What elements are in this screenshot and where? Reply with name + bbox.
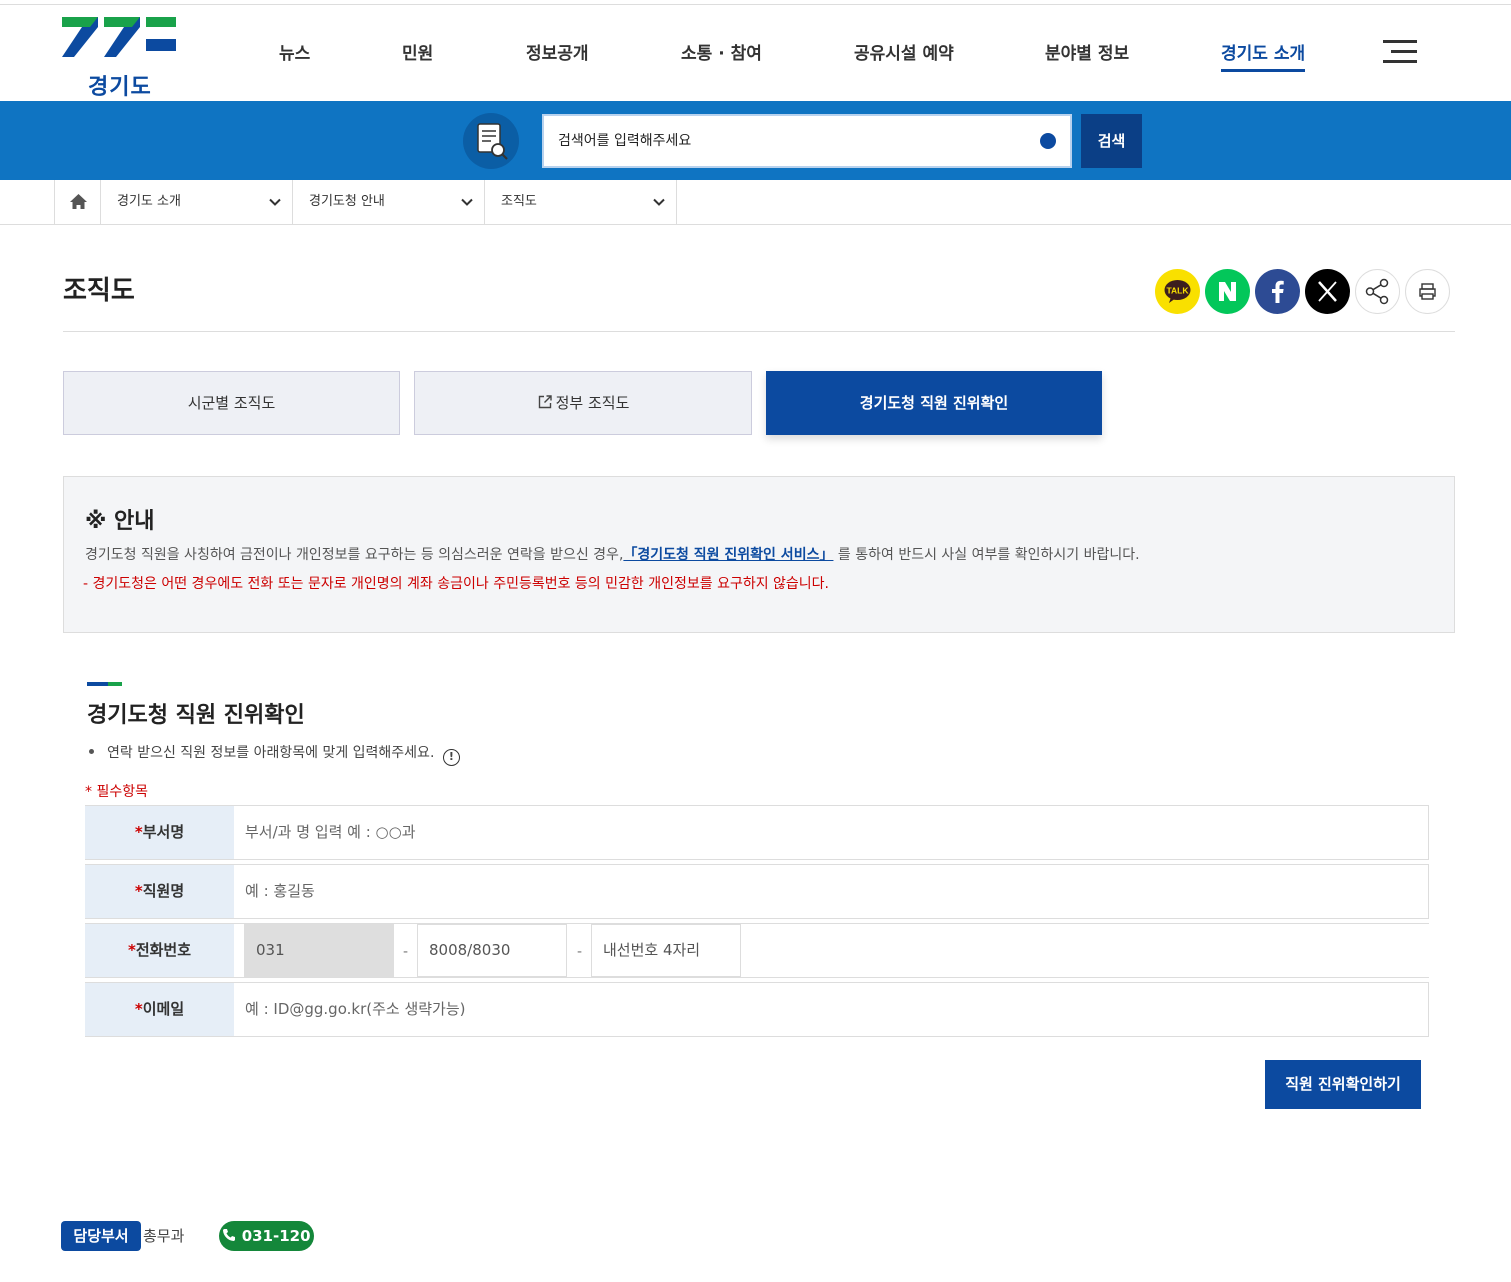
nav-news[interactable]: 뉴스 [279, 39, 310, 64]
name-input[interactable]: 예 : 홍길동 [245, 865, 1425, 918]
section-description: 연락 받으신 직원 정보를 아래항목에 맞게 입력해주세요. ! [89, 742, 460, 766]
tab-city-org-label: 시군별 조직도 [187, 394, 276, 412]
svg-text:TALK: TALK [1166, 286, 1189, 296]
section-accent-bar [87, 682, 122, 686]
breadcrumb-level2[interactable]: 경기도청 안내 [293, 180, 485, 224]
notice-text-before: 경기도청 직원을 사칭하여 금전이나 개인정보를 요구하는 등 의심스러운 연락… [85, 547, 624, 563]
email-label: *이메일 [85, 983, 234, 1036]
nav-about[interactable]: 경기도 소개 [1221, 39, 1306, 72]
search-document-icon [463, 113, 519, 169]
chevron-down-icon[interactable] [1040, 133, 1056, 158]
page-title: 조직도 [63, 276, 135, 306]
phone-icon [223, 1229, 236, 1241]
site-header: 경기도 뉴스 민원 정보공개 소통 · 참여 공유시설 예약 분야별 정보 경기… [0, 5, 1511, 101]
breadcrumb-level3[interactable]: 조직도 [485, 180, 677, 224]
phone-extension-input[interactable]: 내선번호 4자리 [591, 924, 741, 977]
tab-gov-org-label: 정부 조직도 [555, 394, 630, 412]
section-description-text: 연락 받으신 직원 정보를 아래항목에 맞게 입력해주세요. [107, 745, 435, 761]
section-title: 경기도청 직원 진위확인 [87, 703, 305, 728]
dept-name: 총무과 [143, 1227, 185, 1245]
share-icon[interactable] [1355, 269, 1400, 314]
phone-dash: - [403, 944, 409, 960]
dept-placeholder: 부서/과 명 입력 예 : ○○과 [245, 823, 416, 841]
breadcrumb-level1-label: 경기도 소개 [117, 194, 181, 209]
chevron-down-icon [269, 198, 281, 206]
breadcrumb-level3-label: 조직도 [501, 194, 537, 209]
phone-badge[interactable]: 031-120 [219, 1221, 314, 1251]
nav-civil[interactable]: 민원 [402, 39, 433, 64]
tab-staff-verify[interactable]: 경기도청 직원 진위확인 [766, 371, 1102, 435]
main-nav: 뉴스 민원 정보공개 소통 · 참여 공유시설 예약 분야별 정보 경기도 소개 [0, 5, 1511, 101]
home-icon[interactable] [54, 180, 101, 224]
tab-staff-verify-label: 경기도청 직원 진위확인 [859, 394, 1009, 412]
email-placeholder: 예 : ID@gg.go.kr(주소 생략가능) [245, 1000, 466, 1018]
nav-field-info[interactable]: 분야별 정보 [1045, 39, 1129, 64]
breadcrumb-level2-label: 경기도청 안내 [309, 194, 385, 209]
phone-label: *전화번호 [85, 924, 234, 977]
search-input[interactable]: 검색어를 입력해주세요 [542, 114, 1072, 168]
kakaotalk-share-icon[interactable]: TALK [1155, 269, 1200, 314]
chevron-down-icon [653, 198, 665, 206]
name-label: *직원명 [85, 865, 234, 918]
verify-service-link[interactable]: 「경기도청 직원 진위확인 서비스」 [623, 547, 833, 563]
facebook-share-icon[interactable] [1255, 269, 1300, 314]
email-label-text: 이메일 [142, 1000, 185, 1018]
chevron-down-icon [461, 198, 473, 206]
notice-text: 경기도청 직원을 사칭하여 금전이나 개인정보를 요구하는 등 의심스러운 연락… [85, 544, 1140, 564]
notice-box: ※ 안내 경기도청 직원을 사칭하여 금전이나 개인정보를 요구하는 등 의심스… [63, 476, 1455, 633]
nav-info[interactable]: 정보공개 [526, 39, 589, 64]
phone-label-text: 전화번호 [135, 941, 192, 959]
search-button[interactable]: 검색 [1081, 114, 1142, 168]
external-link-icon [538, 395, 552, 409]
email-input[interactable]: 예 : ID@gg.go.kr(주소 생략가능) [245, 983, 1425, 1036]
info-icon[interactable]: ! [442, 749, 460, 766]
name-label-text: 직원명 [142, 882, 185, 900]
x-share-icon[interactable] [1305, 269, 1350, 314]
nav-participation[interactable]: 소통 · 참여 [681, 39, 762, 64]
form-row-phone: *전화번호 031 - 8008/8030 - 내선번호 4자리 [85, 923, 1429, 978]
notice-warning: - 경기도청은 어떤 경우에도 전화 또는 문자로 개인명의 계좌 송금이나 주… [83, 576, 830, 592]
breadcrumb-level1[interactable]: 경기도 소개 [101, 180, 293, 224]
dept-input[interactable]: 부서/과 명 입력 예 : ○○과 [245, 806, 1425, 859]
form-row-name: *직원명 예 : 홍길동 [85, 864, 1429, 919]
form-row-email: *이메일 예 : ID@gg.go.kr(주소 생략가능) [85, 982, 1429, 1037]
title-divider [63, 331, 1455, 332]
bullet-icon [89, 749, 94, 754]
dept-label-text: 부서명 [142, 823, 185, 841]
nav-reservation[interactable]: 공유시설 예약 [854, 39, 954, 64]
required-note: * 필수항목 [85, 784, 148, 800]
search-bar: 검색어를 입력해주세요 검색 [0, 101, 1511, 180]
phone-dash: - [577, 944, 583, 960]
name-placeholder: 예 : 홍길동 [245, 882, 315, 900]
print-icon[interactable] [1405, 269, 1450, 314]
notice-title: ※ 안내 [85, 509, 155, 534]
phone-prefix-input[interactable]: 8008/8030 [417, 924, 567, 977]
dept-badge: 담당부서 [61, 1221, 141, 1251]
tab-gov-org[interactable]: 정부 조직도 [414, 371, 752, 435]
phone-number: 031-120 [241, 1227, 311, 1245]
search-placeholder: 검색어를 입력해주세요 [558, 133, 692, 149]
menu-icon[interactable] [1383, 40, 1417, 64]
notice-text-after: 를 통하여 반드시 사실 여부를 확인하시기 바랍니다. [833, 547, 1140, 563]
phone-area-code: 031 [244, 924, 394, 977]
tab-city-org[interactable]: 시군별 조직도 [63, 371, 400, 435]
dept-label: *부서명 [85, 806, 234, 859]
breadcrumb: 경기도 소개 경기도청 안내 조직도 [0, 180, 1511, 225]
naver-share-icon[interactable] [1205, 269, 1250, 314]
form-row-dept: *부서명 부서/과 명 입력 예 : ○○과 [85, 805, 1429, 860]
verify-submit-button[interactable]: 직원 진위확인하기 [1265, 1060, 1421, 1109]
